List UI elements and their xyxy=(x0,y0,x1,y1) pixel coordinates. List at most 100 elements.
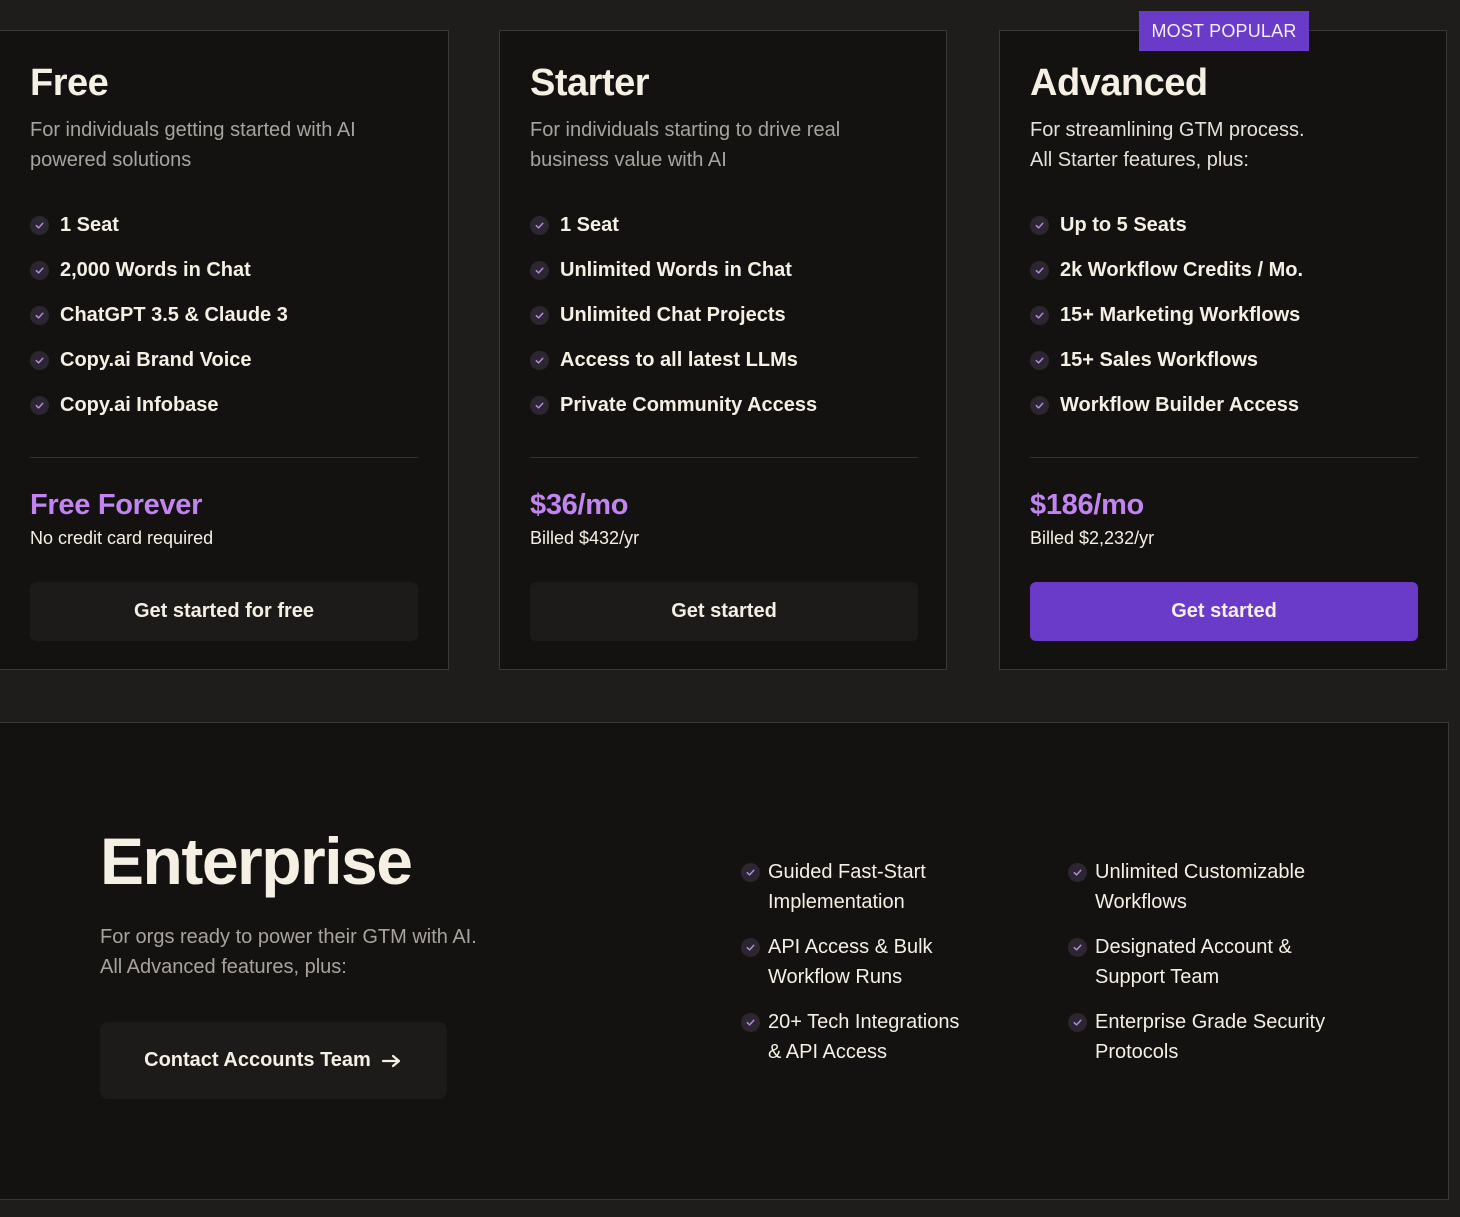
feature-line: 20+ Tech Integrations xyxy=(768,1011,960,1033)
plan-card-advanced: Advanced For streamlining GTM process. A… xyxy=(999,30,1447,670)
enterprise-feature: Enterprise Grade Security Protocols xyxy=(1068,1007,1325,1082)
plan-feature: Unlimited Words in Chat xyxy=(530,248,817,293)
plan-feature: ChatGPT 3.5 & Claude 3 xyxy=(30,293,288,338)
most-popular-badge: MOST POPULAR xyxy=(1139,11,1309,51)
check-circle-icon xyxy=(1030,351,1049,370)
feature-line: Support Team xyxy=(1095,966,1220,988)
check-circle-icon xyxy=(741,938,760,957)
feature-label: Private Community Access xyxy=(560,394,818,416)
plan-description-line: For individuals getting started with AI xyxy=(30,119,356,141)
enterprise-description-line: For orgs ready to power their GTM with A… xyxy=(100,926,477,948)
feature-label: API Access & Bulk Workflow Runs xyxy=(768,932,933,992)
plan-card-starter: Starter For individuals starting to driv… xyxy=(499,30,947,670)
feature-label: Unlimited Customizable Workflows xyxy=(1095,857,1305,917)
check-circle-icon xyxy=(30,261,49,280)
check-circle-icon xyxy=(1030,396,1049,415)
check-circle-icon xyxy=(1068,938,1087,957)
check-circle-icon xyxy=(530,306,549,325)
feature-label: Guided Fast-Start Implementation xyxy=(768,857,926,917)
plan-feature: Copy.ai Infobase xyxy=(30,383,288,428)
divider xyxy=(1030,457,1418,458)
feature-line: Designated Account & xyxy=(1095,936,1292,958)
arrow-right-icon xyxy=(381,1054,403,1068)
check-circle-icon xyxy=(530,351,549,370)
enterprise-feature: Unlimited Customizable Workflows xyxy=(1068,857,1325,932)
plan-feature: Access to all latest LLMs xyxy=(530,338,817,383)
pricing-page: Free For individuals getting started wit… xyxy=(0,0,1460,1217)
enterprise-description: For orgs ready to power their GTM with A… xyxy=(100,922,560,982)
contact-accounts-team-label: Contact Accounts Team xyxy=(144,1049,371,1071)
feature-label: 2k Workflow Credits / Mo. xyxy=(1060,259,1303,281)
check-circle-icon xyxy=(30,306,49,325)
plan-title: Free xyxy=(30,62,109,104)
plan-feature: Copy.ai Brand Voice xyxy=(30,338,288,383)
check-circle-icon xyxy=(1068,1013,1087,1032)
plan-card-free: Free For individuals getting started wit… xyxy=(0,30,449,670)
check-circle-icon xyxy=(530,396,549,415)
plan-features-list: 1 Seat 2,000 Words in Chat ChatGPT 3.5 &… xyxy=(30,203,288,428)
feature-label: Unlimited Chat Projects xyxy=(560,304,786,326)
feature-label: 1 Seat xyxy=(560,214,619,236)
plan-description: For individuals starting to drive real b… xyxy=(530,115,910,175)
enterprise-features-col1: Guided Fast-Start Implementation API Acce… xyxy=(741,857,959,1082)
plan-billing: Billed $432/yr xyxy=(530,528,640,548)
plan-title: Starter xyxy=(530,62,650,104)
divider xyxy=(530,457,918,458)
plan-billing: No credit card required xyxy=(30,528,214,548)
plan-description-line: business value with AI xyxy=(530,149,727,171)
plan-feature: Workflow Builder Access xyxy=(1030,383,1303,428)
feature-label: 15+ Marketing Workflows xyxy=(1060,304,1301,326)
feature-line: Unlimited Customizable xyxy=(1095,861,1306,883)
plan-description-line: For streamlining GTM process. xyxy=(1030,119,1305,141)
check-circle-icon xyxy=(1030,216,1049,235)
feature-label: ChatGPT 3.5 & Claude 3 xyxy=(60,304,288,326)
check-circle-icon xyxy=(741,863,760,882)
feature-line: & API Access xyxy=(768,1041,887,1063)
plan-features-list: Up to 5 Seats 2k Workflow Credits / Mo. … xyxy=(1030,203,1303,428)
feature-label: Access to all latest LLMs xyxy=(560,349,798,371)
check-circle-icon xyxy=(530,261,549,280)
check-circle-icon xyxy=(1030,306,1049,325)
get-started-advanced-button[interactable]: Get started xyxy=(1030,582,1418,641)
feature-label: 20+ Tech Integrations & API Access xyxy=(768,1007,959,1067)
feature-label: 1 Seat xyxy=(60,214,119,236)
feature-label: Up to 5 Seats xyxy=(1060,214,1187,236)
feature-line: Guided Fast-Start xyxy=(768,861,926,883)
plan-feature: 2k Workflow Credits / Mo. xyxy=(1030,248,1303,293)
feature-label: Copy.ai Brand Voice xyxy=(60,349,252,371)
feature-label: 2,000 Words in Chat xyxy=(60,259,251,281)
check-circle-icon xyxy=(30,216,49,235)
plan-feature: 1 Seat xyxy=(30,203,288,248)
get-started-free-button[interactable]: Get started for free xyxy=(30,582,418,641)
plan-feature: Up to 5 Seats xyxy=(1030,203,1303,248)
plan-feature: 2,000 Words in Chat xyxy=(30,248,288,293)
feature-line: API Access & Bulk xyxy=(768,936,933,958)
check-circle-icon xyxy=(530,216,549,235)
feature-line: Workflows xyxy=(1095,891,1187,913)
plan-features-list: 1 Seat Unlimited Words in Chat Unlimited… xyxy=(530,203,817,428)
enterprise-title: Enterprise xyxy=(100,824,413,898)
plan-price: $186/mo xyxy=(1030,489,1144,521)
feature-label: Workflow Builder Access xyxy=(1060,394,1299,416)
plan-description-line: For individuals starting to drive real xyxy=(530,119,841,141)
check-circle-icon xyxy=(741,1013,760,1032)
feature-label: 15+ Sales Workflows xyxy=(1060,349,1259,371)
check-circle-icon xyxy=(30,351,49,370)
enterprise-feature: Designated Account & Support Team xyxy=(1068,932,1325,1007)
plan-description-line: powered solutions xyxy=(30,149,192,171)
enterprise-section: Enterprise For orgs ready to power their… xyxy=(0,722,1449,1200)
feature-label: Copy.ai Infobase xyxy=(60,394,219,416)
divider xyxy=(30,457,418,458)
plan-feature: 1 Seat xyxy=(530,203,817,248)
plan-price: Free Forever xyxy=(30,489,203,521)
contact-accounts-team-button[interactable]: Contact Accounts Team xyxy=(100,1022,447,1099)
plan-feature: 15+ Marketing Workflows xyxy=(1030,293,1303,338)
feature-line: Implementation xyxy=(768,891,905,913)
get-started-starter-button[interactable]: Get started xyxy=(530,582,918,641)
plan-description: For streamlining GTM process. All Starte… xyxy=(1030,115,1410,175)
check-circle-icon xyxy=(1030,261,1049,280)
enterprise-feature: API Access & Bulk Workflow Runs xyxy=(741,932,959,1007)
enterprise-feature: 20+ Tech Integrations & API Access xyxy=(741,1007,959,1082)
plan-description-line: All Starter features, plus: xyxy=(1030,149,1249,171)
feature-label: Enterprise Grade Security Protocols xyxy=(1095,1007,1325,1067)
